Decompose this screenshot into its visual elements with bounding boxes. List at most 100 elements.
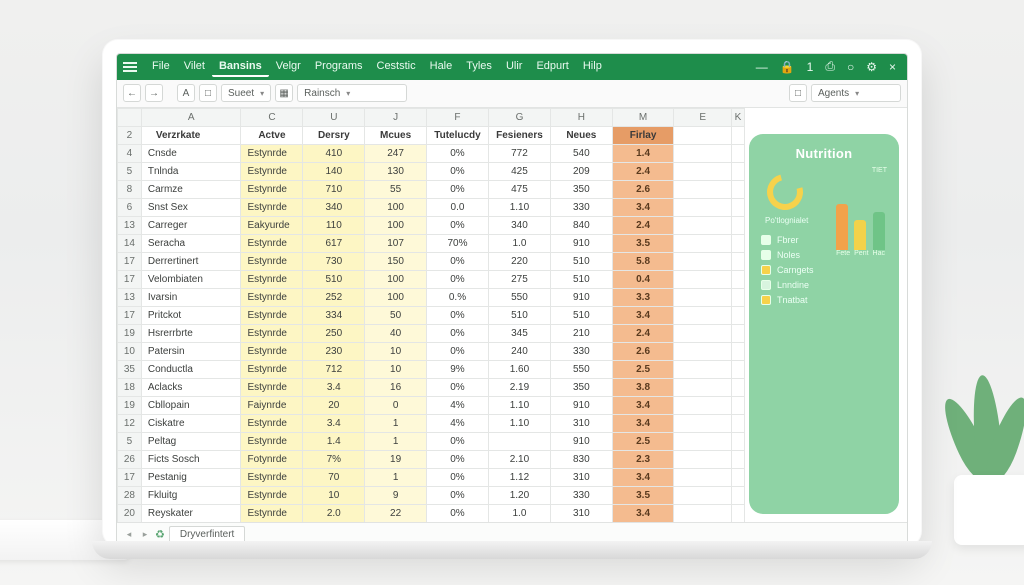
menu-item[interactable]: Vilet xyxy=(177,57,212,77)
cell[interactable]: 410 xyxy=(303,144,365,162)
cell[interactable]: 10 xyxy=(365,360,427,378)
cell[interactable]: Aclacks xyxy=(141,378,241,396)
cell[interactable] xyxy=(674,198,732,216)
cell[interactable]: 7% xyxy=(303,450,365,468)
cell[interactable]: Eakyurde xyxy=(241,216,303,234)
row-header[interactable]: 5 xyxy=(118,432,142,450)
spreadsheet-grid[interactable]: ACUJFGHMEK 2VerzrkateActveDersryMcuesTut… xyxy=(117,108,745,522)
cell[interactable]: 2.6 xyxy=(612,180,674,198)
cell[interactable]: 910 xyxy=(550,396,612,414)
cell[interactable]: Estynrde xyxy=(241,324,303,342)
cell[interactable]: 1.10 xyxy=(488,396,550,414)
menu-item[interactable]: Edpurt xyxy=(529,57,575,77)
row-header[interactable]: 6 xyxy=(118,198,142,216)
cell[interactable]: 209 xyxy=(550,162,612,180)
cell[interactable] xyxy=(674,234,732,252)
cell[interactable]: Estynrde xyxy=(241,432,303,450)
cell[interactable]: 1 xyxy=(365,432,427,450)
menu-item[interactable]: Programs xyxy=(308,57,370,77)
cell[interactable]: 4% xyxy=(427,414,489,432)
cell[interactable]: Estynrde xyxy=(241,468,303,486)
sheet-tab[interactable]: Dryverfintert xyxy=(169,526,245,543)
cell[interactable]: 1.10 xyxy=(488,414,550,432)
menu-item[interactable]: File xyxy=(145,57,177,77)
cell[interactable]: Cnsde xyxy=(141,144,241,162)
cell[interactable]: 350 xyxy=(550,378,612,396)
cell[interactable]: 10 xyxy=(365,342,427,360)
cell[interactable]: 9% xyxy=(427,360,489,378)
cell[interactable]: Carreger xyxy=(141,216,241,234)
close-button[interactable]: × xyxy=(884,60,901,74)
cell[interactable]: Derrertinert xyxy=(141,252,241,270)
cell[interactable] xyxy=(674,252,732,270)
cell[interactable]: Estynrde xyxy=(241,360,303,378)
row-header[interactable]: 12 xyxy=(118,414,142,432)
cell[interactable] xyxy=(674,324,732,342)
cell[interactable]: Seracha xyxy=(141,234,241,252)
cell[interactable]: 475 xyxy=(488,180,550,198)
cell[interactable]: 2.3 xyxy=(612,450,674,468)
menu-item[interactable]: Velgr xyxy=(269,57,308,77)
cell[interactable]: 210 xyxy=(550,324,612,342)
cell[interactable]: 0% xyxy=(427,324,489,342)
cell[interactable]: 55 xyxy=(365,180,427,198)
sheet-header-cell[interactable]: Firlay xyxy=(612,126,674,144)
sheet-header-cell[interactable]: Dersry xyxy=(303,126,365,144)
cell[interactable]: 3.4 xyxy=(612,306,674,324)
cell[interactable]: 20 xyxy=(303,396,365,414)
cell[interactable]: 0% xyxy=(427,252,489,270)
cell[interactable]: Estynrde xyxy=(241,288,303,306)
cell[interactable] xyxy=(674,342,732,360)
cell[interactable]: 10 xyxy=(303,486,365,504)
cell[interactable]: 275 xyxy=(488,270,550,288)
cell[interactable]: Hsrerrbrte xyxy=(141,324,241,342)
cell[interactable]: 334 xyxy=(303,306,365,324)
cell[interactable]: 2.0 xyxy=(303,504,365,522)
cell[interactable]: 2.4 xyxy=(612,162,674,180)
cell[interactable] xyxy=(732,378,745,396)
cell[interactable]: 240 xyxy=(488,342,550,360)
cell[interactable]: 50 xyxy=(365,306,427,324)
column-header[interactable]: U xyxy=(303,108,365,126)
column-header[interactable]: C xyxy=(241,108,303,126)
hamburger-icon[interactable] xyxy=(123,62,137,72)
cell[interactable]: 1.10 xyxy=(488,198,550,216)
cell[interactable] xyxy=(732,198,745,216)
cell[interactable]: 2.6 xyxy=(612,342,674,360)
row-header[interactable]: 19 xyxy=(118,396,142,414)
cell[interactable] xyxy=(674,486,732,504)
cell[interactable] xyxy=(674,414,732,432)
cell[interactable]: 1.12 xyxy=(488,468,550,486)
cell[interactable]: 2.5 xyxy=(612,432,674,450)
cell[interactable]: 0% xyxy=(427,306,489,324)
cell[interactable]: 3.4 xyxy=(303,414,365,432)
row-header[interactable]: 17 xyxy=(118,252,142,270)
row-header[interactable]: 8 xyxy=(118,180,142,198)
cell[interactable]: 2.4 xyxy=(612,216,674,234)
cell[interactable] xyxy=(674,126,732,144)
row-header[interactable]: 14 xyxy=(118,234,142,252)
cell[interactable]: 140 xyxy=(303,162,365,180)
menu-item[interactable]: Hale xyxy=(423,57,460,77)
cell[interactable]: 425 xyxy=(488,162,550,180)
cell[interactable]: 0 xyxy=(365,396,427,414)
cell[interactable]: Carmze xyxy=(141,180,241,198)
cell[interactable]: Reyskater xyxy=(141,504,241,522)
row-header[interactable]: 20 xyxy=(118,504,142,522)
sheet-header-cell[interactable]: Neues xyxy=(550,126,612,144)
cell[interactable]: Faiynrde xyxy=(241,396,303,414)
cell[interactable]: 910 xyxy=(550,288,612,306)
cell[interactable] xyxy=(732,234,745,252)
cell[interactable] xyxy=(674,378,732,396)
cell[interactable]: 617 xyxy=(303,234,365,252)
cell[interactable]: 3.5 xyxy=(612,234,674,252)
cell[interactable]: 0% xyxy=(427,450,489,468)
cell[interactable]: 230 xyxy=(303,342,365,360)
sheet-header-cell[interactable]: Verzrkate xyxy=(141,126,241,144)
cell[interactable] xyxy=(732,126,745,144)
cell[interactable]: 70% xyxy=(427,234,489,252)
menu-item[interactable]: Ulir xyxy=(499,57,530,77)
cell[interactable] xyxy=(732,270,745,288)
cell[interactable]: 345 xyxy=(488,324,550,342)
column-header[interactable]: E xyxy=(674,108,732,126)
